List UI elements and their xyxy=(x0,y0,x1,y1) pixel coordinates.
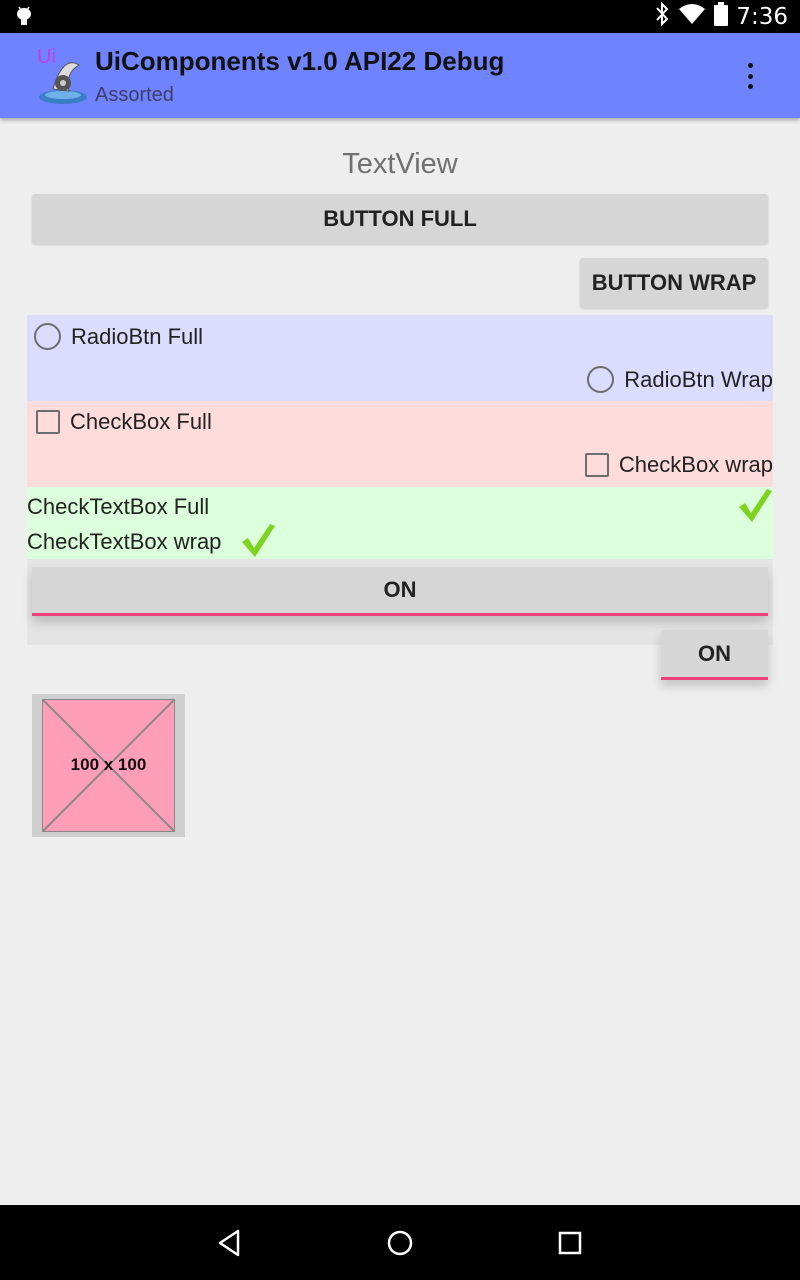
checked-text-wrap-label: CheckTextBox wrap xyxy=(27,529,222,554)
battery-icon xyxy=(714,2,729,31)
bluetooth-icon xyxy=(654,1,670,31)
app-title: UiComponents v1.0 API22 Debug xyxy=(95,46,505,76)
app-logo-icon: Ui xyxy=(35,43,91,107)
clock: 7:36 xyxy=(736,3,788,30)
text-view: TextView xyxy=(342,148,458,180)
checkbox-unchecked-icon xyxy=(36,410,60,434)
checked-text-section: CheckTextBox Full CheckTextBox wrap xyxy=(27,487,773,559)
status-bar: 7:36 xyxy=(0,0,800,33)
checkbox-full[interactable]: CheckBox Full xyxy=(36,409,773,435)
toggle-button-wrap[interactable]: ON xyxy=(661,630,768,680)
home-icon[interactable] xyxy=(384,1227,416,1259)
app-subtitle: Assorted xyxy=(95,84,174,106)
button-wrap[interactable]: BUTTON WRAP xyxy=(580,258,768,308)
radio-full-label: RadioBtn Full xyxy=(71,323,204,349)
more-vert-icon[interactable] xyxy=(738,63,762,89)
check-mark-icon xyxy=(240,522,276,563)
checkbox-section: CheckBox Full CheckBox wrap xyxy=(27,401,773,487)
wifi-icon xyxy=(678,3,706,30)
checkbox-wrap[interactable]: CheckBox wrap xyxy=(584,452,773,478)
radio-unchecked-icon xyxy=(34,323,61,350)
recents-icon[interactable] xyxy=(554,1227,586,1259)
toggle-button-full[interactable]: ON xyxy=(32,567,768,616)
back-icon[interactable] xyxy=(214,1227,246,1259)
radio-wrap[interactable]: RadioBtn Wrap xyxy=(587,366,773,393)
radio-full[interactable]: RadioBtn Full xyxy=(34,323,773,350)
placeholder-image: 100 x 100 xyxy=(42,699,175,832)
checkbox-wrap-label: CheckBox wrap xyxy=(618,452,773,477)
image-size-label: 100 x 100 xyxy=(70,755,147,774)
checkbox-full-label: CheckBox Full xyxy=(70,409,212,434)
check-mark-icon xyxy=(737,487,773,528)
svg-text:Ui: Ui xyxy=(37,46,56,68)
image-view: 100 x 100 xyxy=(32,694,185,837)
android-debug-icon xyxy=(14,5,34,32)
navigation-bar xyxy=(0,1205,800,1280)
button-full[interactable]: BUTTON FULL xyxy=(32,194,768,244)
checkbox-unchecked-icon xyxy=(584,453,609,477)
checked-text-full-label: CheckTextBox Full xyxy=(27,494,210,519)
checked-text-full[interactable]: CheckTextBox Full xyxy=(27,489,773,524)
app-bar: Ui UiComponents v1.0 API22 Debug Assorte… xyxy=(0,33,800,118)
radio-wrap-label: RadioBtn Wrap xyxy=(624,366,773,392)
radio-unchecked-icon xyxy=(587,366,615,393)
radio-section: RadioBtn Full RadioBtn Wrap xyxy=(27,315,773,401)
